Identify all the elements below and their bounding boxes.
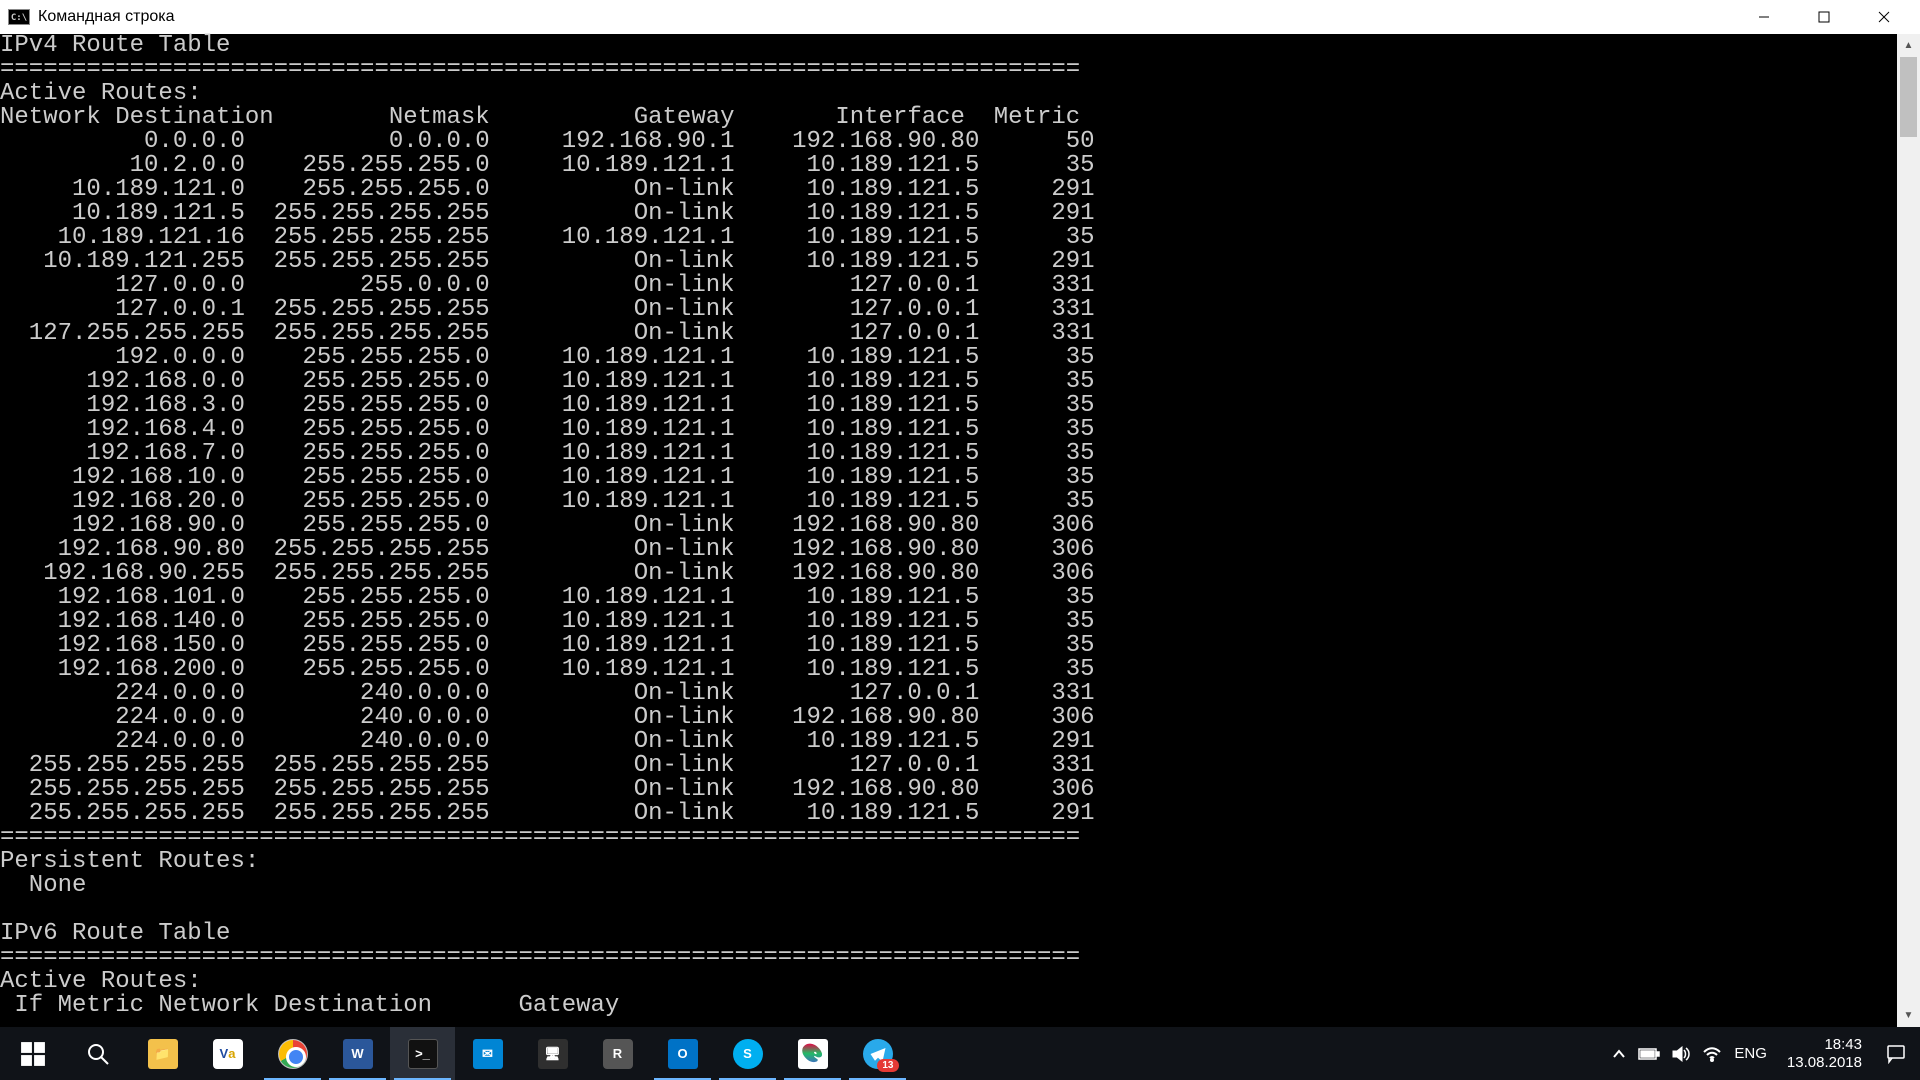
r-icon: R [603, 1039, 633, 1069]
mail-icon: ✉ [473, 1039, 503, 1069]
taskbar-cmd[interactable]: >_ [390, 1027, 455, 1080]
telegram-badge: 13 [877, 1059, 898, 1072]
chrome-icon [278, 1039, 308, 1069]
taskbar-explorer[interactable]: 📁 [130, 1027, 195, 1080]
cmd-icon: >_ [408, 1039, 438, 1069]
wifi-icon[interactable] [1702, 1046, 1722, 1062]
notification-icon [1886, 1044, 1906, 1064]
search-icon [86, 1042, 110, 1066]
taskbar-clock[interactable]: 18:43 13.08.2018 [1777, 1036, 1872, 1071]
title-bar: C:\ Командная строка [0, 0, 1920, 34]
scroll-thumb[interactable] [1900, 57, 1917, 137]
taskbar-vnc[interactable]: Va [195, 1027, 260, 1080]
system-tray[interactable]: ENG [1602, 1045, 1777, 1062]
start-button[interactable] [0, 1027, 65, 1080]
window-title: Командная строка [38, 8, 1734, 26]
volume-icon[interactable] [1672, 1046, 1690, 1062]
close-button[interactable] [1854, 0, 1914, 34]
minimize-button[interactable] [1734, 0, 1794, 34]
clock-time: 18:43 [1787, 1036, 1862, 1053]
app-icon: C:\ [8, 9, 30, 25]
taskbar: 📁 Va W >_ ✉ 🖥 R O S 🎨 13 ENG 18:43 13.08… [0, 1027, 1920, 1080]
windows-icon [20, 1041, 46, 1067]
taskbar-skype[interactable]: S [715, 1027, 780, 1080]
skype-icon: S [733, 1039, 763, 1069]
outlook-icon: O [668, 1039, 698, 1069]
taskbar-mail[interactable]: ✉ [455, 1027, 520, 1080]
monitors-icon: 🖥 [538, 1039, 568, 1069]
taskbar-outlook[interactable]: O [650, 1027, 715, 1080]
battery-icon[interactable] [1638, 1047, 1660, 1061]
scrollbar[interactable]: ▲ ▼ [1897, 34, 1920, 1027]
scroll-up-button[interactable]: ▲ [1897, 34, 1920, 57]
taskbar-chrome[interactable] [260, 1027, 325, 1080]
taskbar-vm[interactable]: 🖥 [520, 1027, 585, 1080]
terminal-viewport: IPv4 Route Table =======================… [0, 34, 1920, 1027]
scroll-down-button[interactable]: ▼ [1897, 1004, 1920, 1027]
input-language[interactable]: ENG [1734, 1045, 1767, 1062]
file-explorer-icon: 📁 [148, 1039, 178, 1069]
maximize-button[interactable] [1794, 0, 1854, 34]
telegram-icon: 13 [863, 1039, 893, 1069]
taskbar-paint[interactable]: 🎨 [780, 1027, 845, 1080]
word-icon: W [343, 1039, 373, 1069]
clock-date: 13.08.2018 [1787, 1054, 1862, 1071]
terminal-output[interactable]: IPv4 Route Table =======================… [0, 34, 1897, 1027]
vnc-icon: Va [213, 1039, 243, 1069]
search-button[interactable] [65, 1027, 130, 1080]
taskbar-r-app[interactable]: R [585, 1027, 650, 1080]
taskbar-telegram[interactable]: 13 [845, 1027, 910, 1080]
action-center-button[interactable] [1872, 1027, 1920, 1080]
tray-chevron-up-icon[interactable] [1612, 1047, 1626, 1061]
paint-icon: 🎨 [798, 1039, 828, 1069]
taskbar-word[interactable]: W [325, 1027, 390, 1080]
